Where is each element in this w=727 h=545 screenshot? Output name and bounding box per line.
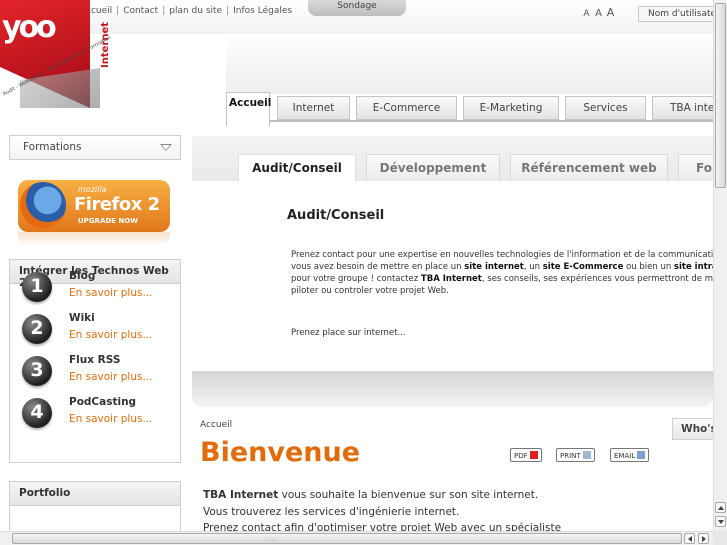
print-label: PRINT xyxy=(560,452,581,460)
text-bold: site E-Commerce xyxy=(542,262,624,272)
item-link[interactable]: En savoir plus... xyxy=(69,287,152,299)
printer-icon xyxy=(582,451,591,459)
link-contact[interactable]: Contact xyxy=(123,6,158,16)
scroll-left-arrow-icon[interactable] xyxy=(684,533,695,544)
intro-line: Vous trouverez les services d'ingénierie… xyxy=(203,506,460,518)
whos-online-header: Who's xyxy=(672,418,717,440)
panel-text-line: Prenez place sur internet... xyxy=(291,328,406,338)
pdf-icon xyxy=(529,451,538,459)
horizontal-scrollbar[interactable]: :::: xyxy=(0,531,713,545)
left-sidebar: Formations mozilla Firefox 2 UPGRADE NOW… xyxy=(0,120,192,541)
tab-developpement[interactable]: Développement xyxy=(366,154,500,181)
tab-accueil[interactable]: Accueil xyxy=(226,92,271,126)
tab-referencement-web[interactable]: Référencement web xyxy=(510,154,668,181)
tab-e-commerce[interactable]: E-Commerce xyxy=(356,96,457,120)
print-button[interactable]: PRINT xyxy=(556,448,595,462)
banner-reflection xyxy=(18,232,170,246)
firefox-logo-icon xyxy=(20,182,66,228)
email-label: EMAIL xyxy=(614,452,636,460)
number-2-icon: 2 xyxy=(22,314,52,344)
pdf-button[interactable]: PDF xyxy=(510,448,542,462)
content-panel: Audit/Conseil Prenez contact pour une ex… xyxy=(200,181,727,371)
text-bold: TBA Internet xyxy=(420,274,482,284)
font-increase-icon[interactable]: A xyxy=(606,6,618,19)
list-item: 2 Wiki En savoir plus... xyxy=(10,312,180,354)
page-title: Bienvenue xyxy=(200,437,361,468)
text: , ses conseils, ses expériences vous per… xyxy=(481,274,727,284)
item-title: Flux RSS xyxy=(69,354,121,366)
list-item: 1 Blog En savoir plus... xyxy=(10,270,180,312)
portfolio-title: Portfolio xyxy=(10,482,180,506)
text: pour votre groupe ! contactez xyxy=(291,274,421,284)
number-4-icon: 4 xyxy=(22,398,52,428)
text: vous souhaite la bienvenue sur son site … xyxy=(278,489,539,501)
panel-shadow xyxy=(192,371,713,407)
tab-audit-conseil[interactable]: Audit/Conseil xyxy=(238,154,356,181)
list-item: 3 Flux RSS En savoir plus... xyxy=(10,354,180,396)
sondage-tab[interactable]: Sondage xyxy=(308,0,406,16)
item-title: PodCasting xyxy=(69,396,137,408)
horizontal-scroll-thumb[interactable]: :::: xyxy=(12,533,682,544)
tab-e-marketing[interactable]: E-Marketing xyxy=(463,96,559,120)
panel-text-line: piloter ou controler votre projet Web. xyxy=(291,286,449,296)
page: Accueil | Contact | plan du site | Infos Légal… xyxy=(0,0,727,545)
main-content: Audit/Conseil Développement Référencemen… xyxy=(192,136,727,540)
text: ou bien un xyxy=(623,262,674,272)
text: , un xyxy=(523,262,543,272)
item-link[interactable]: En savoir plus... xyxy=(69,329,152,341)
scrollbar-corner xyxy=(713,531,727,545)
item-link[interactable]: En savoir plus... xyxy=(69,371,152,383)
text: vous avez besoin de mettre en place un xyxy=(291,262,465,272)
font-reset-icon[interactable]: A xyxy=(594,8,606,19)
scroll-down-arrow-icon[interactable] xyxy=(715,516,726,527)
chevron-down-icon xyxy=(160,144,172,151)
text-bold: TBA Internet xyxy=(203,489,279,501)
link-plan-du-site[interactable]: plan du site xyxy=(169,6,222,16)
select-value: Formations xyxy=(23,141,82,153)
firefox-cta: UPGRADE NOW xyxy=(78,217,138,225)
site-logo[interactable]: yoo Internet Audit - WebDesign - Dévelop… xyxy=(0,0,120,120)
separator: | xyxy=(226,6,230,16)
web20-box: Intégrer les Technos Web 2.0 1 Blog En s… xyxy=(9,259,181,463)
main-tabs: Accueil Internet E-Commerce E-Marketing … xyxy=(226,92,727,128)
vertical-scroll-thumb[interactable] xyxy=(715,3,726,188)
scroll-right-arrow-icon[interactable] xyxy=(698,533,709,544)
intro-line: TBA Internet vous souhaite la bienvenue … xyxy=(203,489,538,501)
tab-services[interactable]: Services xyxy=(565,96,646,120)
grip-icon: :::: xyxy=(265,536,278,543)
envelope-icon xyxy=(637,451,646,459)
number-3-icon: 3 xyxy=(22,356,52,386)
list-item: 4 PodCasting En savoir plus... xyxy=(10,396,180,438)
firefox-banner[interactable]: mozilla Firefox 2 UPGRADE NOW xyxy=(18,180,170,232)
panel-text-line: Prenez contact pour une expertise en nou… xyxy=(291,250,727,260)
firefox-name: Firefox 2 xyxy=(74,194,160,215)
panel-heading: Audit/Conseil xyxy=(287,208,385,223)
formations-select[interactable]: Formations xyxy=(9,135,181,160)
item-title: Wiki xyxy=(69,312,95,324)
firefox-brand: mozilla xyxy=(78,185,107,194)
email-button[interactable]: EMAIL xyxy=(610,448,650,462)
font-size-controls: AAA xyxy=(582,6,618,19)
panel-text-line: vous avez besoin de mettre en place un s… xyxy=(291,261,727,273)
number-1-icon: 1 xyxy=(22,272,52,302)
vertical-scrollbar[interactable] xyxy=(713,0,727,531)
header-band xyxy=(226,34,727,94)
link-infos-legales[interactable]: Infos Légales xyxy=(233,6,292,16)
font-decrease-icon[interactable]: A xyxy=(582,9,594,19)
logo-text: yoo xyxy=(2,10,57,45)
tab-internet[interactable]: Internet xyxy=(277,96,350,120)
text-bold: site internet xyxy=(464,262,524,272)
item-link[interactable]: En savoir plus... xyxy=(69,413,152,425)
pdf-label: PDF xyxy=(514,452,528,460)
breadcrumb: Accueil xyxy=(200,420,233,430)
panel-text-line: pour votre groupe ! contactez TBA Intern… xyxy=(291,273,727,285)
separator: | xyxy=(162,6,166,16)
scroll-up-arrow-icon[interactable] xyxy=(715,502,726,513)
item-title: Blog xyxy=(69,270,96,282)
